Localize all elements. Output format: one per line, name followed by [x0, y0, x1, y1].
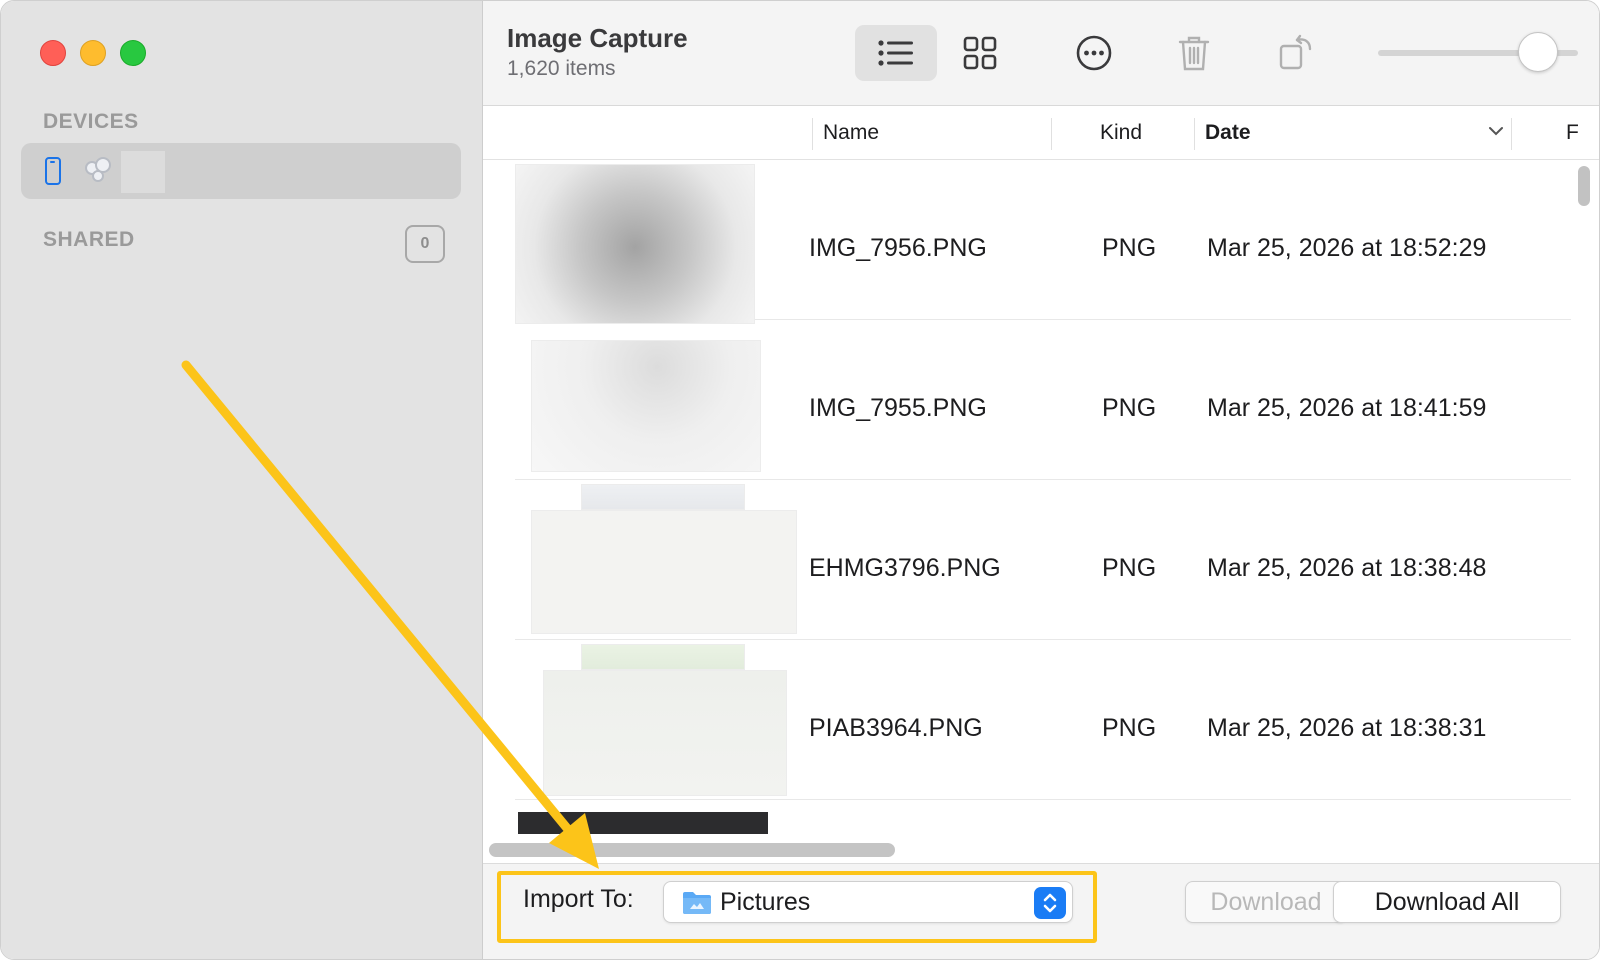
more-actions-button[interactable] — [1053, 25, 1135, 81]
file-thumbnail-toolbar — [581, 644, 745, 670]
delete-button[interactable] — [1153, 25, 1235, 81]
chevron-up-down-icon[interactable] — [1034, 887, 1066, 919]
table-row[interactable]: EHMG3796.PNG PNG Mar 25, 2026 at 18:38:4… — [515, 480, 1571, 640]
file-thumbnail-partial — [518, 812, 768, 834]
file-date: Mar 25, 2026 at 18:41:59 — [1207, 394, 1487, 422]
file-name: IMG_7955.PNG — [809, 394, 987, 422]
import-to-label: Import To: — [523, 885, 634, 913]
iphone-icon — [45, 157, 61, 185]
file-name: PIAB3964.PNG — [809, 714, 983, 742]
file-thumbnail — [515, 164, 755, 324]
column-name-header[interactable]: Name — [823, 121, 879, 145]
vertical-scrollbar[interactable] — [1575, 160, 1591, 810]
slider-knob[interactable] — [1518, 32, 1558, 72]
file-thumbnail-toolbar — [581, 484, 745, 510]
folder-icon — [683, 892, 711, 914]
file-name: EHMG3796.PNG — [809, 554, 1001, 582]
column-date-header[interactable]: Date — [1205, 121, 1251, 145]
grid-view-button[interactable] — [939, 25, 1021, 81]
table-row[interactable]: PIAB3964.PNG PNG Mar 25, 2026 at 18:38:3… — [515, 640, 1571, 800]
file-name: IMG_7956.PNG — [809, 234, 987, 262]
import-destination-popup[interactable]: Pictures — [663, 881, 1073, 923]
devices-section-label: DEVICES — [43, 110, 139, 133]
file-kind: PNG — [1102, 394, 1157, 422]
trash-icon — [1178, 36, 1210, 71]
item-count: 1,620 items — [507, 57, 616, 80]
file-thumbnail — [543, 670, 787, 796]
shared-count-badge: 0 — [405, 225, 445, 263]
table-row[interactable]: IMG_7956.PNG PNG Mar 25, 2026 at 18:52:2… — [515, 160, 1571, 324]
ellipsis-circle-icon — [1076, 35, 1112, 71]
file-table: IMG_7956.PNG PNG Mar 25, 2026 at 18:52:2… — [483, 160, 1571, 810]
close-button[interactable] — [40, 40, 66, 66]
thumbnail-size-slider[interactable] — [1378, 32, 1578, 72]
column-divider — [1194, 118, 1195, 150]
sidebar-item-device[interactable] — [21, 143, 461, 199]
device-name-redacted — [121, 151, 165, 193]
chevron-down-icon — [1489, 127, 1503, 136]
file-thumbnail — [531, 340, 761, 472]
download-all-button[interactable]: Download All — [1333, 881, 1561, 923]
column-divider — [1511, 118, 1512, 150]
file-thumbnail — [531, 510, 797, 634]
column-partial-header[interactable]: F — [1566, 121, 1579, 145]
device-badge-icon — [83, 157, 113, 185]
file-kind: PNG — [1102, 714, 1157, 742]
column-kind-header[interactable]: Kind — [1100, 121, 1142, 145]
column-divider — [1051, 118, 1052, 150]
import-destination-value: Pictures — [720, 888, 811, 916]
list-icon — [878, 40, 913, 66]
file-date: Mar 25, 2026 at 18:52:29 — [1207, 234, 1487, 262]
column-divider — [812, 118, 813, 150]
zoom-button[interactable] — [120, 40, 146, 66]
file-kind: PNG — [1102, 554, 1157, 582]
horizontal-scrollbar[interactable] — [489, 843, 895, 857]
column-header-row: Name Kind Date F — [483, 106, 1599, 160]
grid-icon — [963, 36, 997, 70]
file-date: Mar 25, 2026 at 18:38:31 — [1207, 714, 1487, 742]
shared-section-label: SHARED — [43, 228, 135, 251]
vertical-scroll-thumb[interactable] — [1578, 166, 1590, 206]
minimize-button[interactable] — [80, 40, 106, 66]
sidebar: DEVICES SHARED 0 — [1, 1, 483, 959]
window-title: Image Capture — [507, 23, 688, 53]
rotate-button[interactable] — [1255, 25, 1337, 81]
download-button[interactable]: Download — [1185, 881, 1347, 923]
toolbar: Image Capture 1,620 items — [483, 1, 1599, 106]
table-row[interactable]: IMG_7955.PNG PNG Mar 25, 2026 at 18:41:5… — [515, 320, 1571, 480]
rotate-left-icon — [1279, 34, 1312, 70]
image-capture-window: DEVICES SHARED 0 Image Capture 1,620 ite… — [0, 0, 1600, 960]
list-view-button[interactable] — [855, 25, 937, 81]
file-kind: PNG — [1102, 234, 1157, 262]
file-date: Mar 25, 2026 at 18:38:48 — [1207, 554, 1487, 582]
